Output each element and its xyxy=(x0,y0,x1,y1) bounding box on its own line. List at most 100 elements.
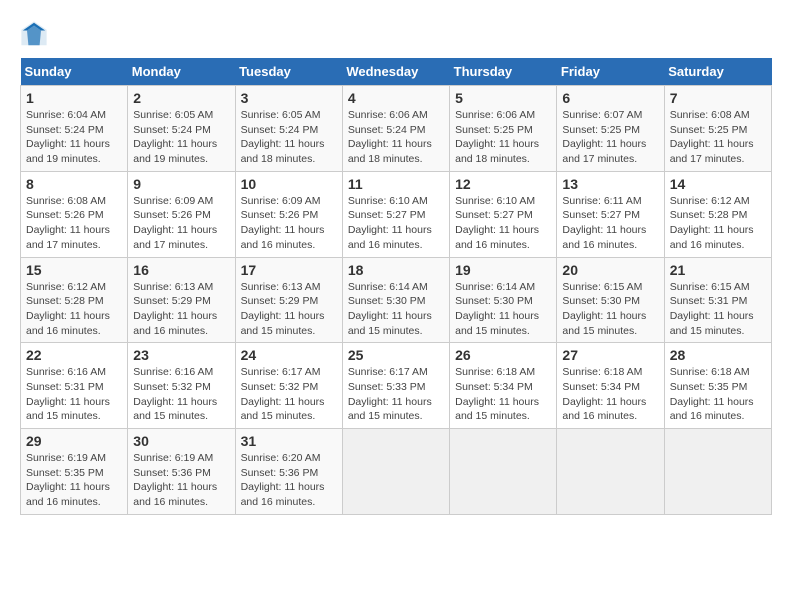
day-info: Sunrise: 6:06 AMSunset: 5:25 PMDaylight:… xyxy=(455,108,551,167)
calendar-cell: 27 Sunrise: 6:18 AMSunset: 5:34 PMDayligh… xyxy=(557,343,664,429)
calendar-cell: 13Sunrise: 6:11 AMSunset: 5:27 PMDayligh… xyxy=(557,171,664,257)
calendar-cell: 23Sunrise: 6:16 AMSunset: 5:32 PMDayligh… xyxy=(128,343,235,429)
calendar-cell: 22 Sunrise: 6:16 AMSunset: 5:31 PMDayligh… xyxy=(21,343,128,429)
calendar-week-3: 15 Sunrise: 6:12 AMSunset: 5:28 PMDayligh… xyxy=(21,257,772,343)
calendar-cell: 20 Sunrise: 6:15 AMSunset: 5:30 PMDayligh… xyxy=(557,257,664,343)
calendar-cell: 25 Sunrise: 6:17 AMSunset: 5:33 PMDayligh… xyxy=(342,343,449,429)
calendar-week-4: 22 Sunrise: 6:16 AMSunset: 5:31 PMDayligh… xyxy=(21,343,772,429)
calendar-cell: 28Sunrise: 6:18 AMSunset: 5:35 PMDayligh… xyxy=(664,343,771,429)
day-number: 12 xyxy=(455,176,551,192)
calendar-week-5: 29 Sunrise: 6:19 AMSunset: 5:35 PMDayligh… xyxy=(21,429,772,515)
day-info: Sunrise: 6:10 AMSunset: 5:27 PMDaylight:… xyxy=(455,194,551,253)
day-number: 18 xyxy=(348,262,444,278)
day-number: 8 xyxy=(26,176,122,192)
day-number: 9 xyxy=(133,176,229,192)
calendar-cell xyxy=(342,429,449,515)
day-info: Sunrise: 6:15 AMSunset: 5:30 PMDaylight:… xyxy=(562,280,658,339)
day-info: Sunrise: 6:14 AMSunset: 5:30 PMDaylight:… xyxy=(348,280,444,339)
day-number: 16 xyxy=(133,262,229,278)
day-info: Sunrise: 6:17 AMSunset: 5:32 PMDaylight:… xyxy=(241,365,337,424)
day-number: 2 xyxy=(133,90,229,106)
day-info: Sunrise: 6:19 AMSunset: 5:36 PMDaylight:… xyxy=(133,451,229,510)
day-info: Sunrise: 6:19 AMSunset: 5:35 PMDaylight:… xyxy=(26,451,122,510)
day-header-wednesday: Wednesday xyxy=(342,58,449,86)
calendar-cell: 2 Sunrise: 6:05 AMSunset: 5:24 PMDaylight… xyxy=(128,86,235,172)
day-info: Sunrise: 6:08 AMSunset: 5:26 PMDaylight:… xyxy=(26,194,122,253)
day-info: Sunrise: 6:15 AMSunset: 5:31 PMDaylight:… xyxy=(670,280,766,339)
day-number: 20 xyxy=(562,262,658,278)
calendar-cell: 29 Sunrise: 6:19 AMSunset: 5:35 PMDayligh… xyxy=(21,429,128,515)
day-header-saturday: Saturday xyxy=(664,58,771,86)
calendar-cell: 7 Sunrise: 6:08 AMSunset: 5:25 PMDaylight… xyxy=(664,86,771,172)
day-number: 26 xyxy=(455,347,551,363)
calendar-cell: 31 Sunrise: 6:20 AMSunset: 5:36 PMDayligh… xyxy=(235,429,342,515)
calendar-cell: 21Sunrise: 6:15 AMSunset: 5:31 PMDayligh… xyxy=(664,257,771,343)
day-number: 5 xyxy=(455,90,551,106)
day-info: Sunrise: 6:11 AMSunset: 5:27 PMDaylight:… xyxy=(562,194,658,253)
calendar-cell: 18 Sunrise: 6:14 AMSunset: 5:30 PMDayligh… xyxy=(342,257,449,343)
day-number: 27 xyxy=(562,347,658,363)
day-info: Sunrise: 6:13 AMSunset: 5:29 PMDaylight:… xyxy=(133,280,229,339)
calendar-cell: 30 Sunrise: 6:19 AMSunset: 5:36 PMDayligh… xyxy=(128,429,235,515)
calendar-week-1: 1 Sunrise: 6:04 AMSunset: 5:24 PMDaylight… xyxy=(21,86,772,172)
day-number: 28 xyxy=(670,347,766,363)
calendar-cell: 10 Sunrise: 6:09 AMSunset: 5:26 PMDayligh… xyxy=(235,171,342,257)
calendar-cell: 9 Sunrise: 6:09 AMSunset: 5:26 PMDaylight… xyxy=(128,171,235,257)
day-info: Sunrise: 6:05 AMSunset: 5:24 PMDaylight:… xyxy=(241,108,337,167)
day-info: Sunrise: 6:12 AMSunset: 5:28 PMDaylight:… xyxy=(670,194,766,253)
calendar-cell: 17Sunrise: 6:13 AMSunset: 5:29 PMDayligh… xyxy=(235,257,342,343)
calendar-cell: 4 Sunrise: 6:06 AMSunset: 5:24 PMDaylight… xyxy=(342,86,449,172)
day-info: Sunrise: 6:10 AMSunset: 5:27 PMDaylight:… xyxy=(348,194,444,253)
calendar-cell xyxy=(664,429,771,515)
logo-icon xyxy=(20,20,48,48)
day-number: 7 xyxy=(670,90,766,106)
day-number: 10 xyxy=(241,176,337,192)
day-header-friday: Friday xyxy=(557,58,664,86)
day-info: Sunrise: 6:18 AMSunset: 5:34 PMDaylight:… xyxy=(562,365,658,424)
day-header-sunday: Sunday xyxy=(21,58,128,86)
day-info: Sunrise: 6:09 AMSunset: 5:26 PMDaylight:… xyxy=(133,194,229,253)
day-info: Sunrise: 6:20 AMSunset: 5:36 PMDaylight:… xyxy=(241,451,337,510)
day-number: 24 xyxy=(241,347,337,363)
day-number: 6 xyxy=(562,90,658,106)
day-info: Sunrise: 6:07 AMSunset: 5:25 PMDaylight:… xyxy=(562,108,658,167)
day-header-row: SundayMondayTuesdayWednesdayThursdayFrid… xyxy=(21,58,772,86)
calendar-cell: 3 Sunrise: 6:05 AMSunset: 5:24 PMDaylight… xyxy=(235,86,342,172)
day-info: Sunrise: 6:08 AMSunset: 5:25 PMDaylight:… xyxy=(670,108,766,167)
day-number: 1 xyxy=(26,90,122,106)
day-number: 19 xyxy=(455,262,551,278)
calendar-cell: 26 Sunrise: 6:18 AMSunset: 5:34 PMDayligh… xyxy=(450,343,557,429)
day-number: 31 xyxy=(241,433,337,449)
day-header-monday: Monday xyxy=(128,58,235,86)
day-number: 11 xyxy=(348,176,444,192)
day-info: Sunrise: 6:06 AMSunset: 5:24 PMDaylight:… xyxy=(348,108,444,167)
day-number: 15 xyxy=(26,262,122,278)
day-info: Sunrise: 6:12 AMSunset: 5:28 PMDaylight:… xyxy=(26,280,122,339)
day-info: Sunrise: 6:14 AMSunset: 5:30 PMDaylight:… xyxy=(455,280,551,339)
calendar-cell: 24 Sunrise: 6:17 AMSunset: 5:32 PMDayligh… xyxy=(235,343,342,429)
day-info: Sunrise: 6:04 AMSunset: 5:24 PMDaylight:… xyxy=(26,108,122,167)
day-info: Sunrise: 6:05 AMSunset: 5:24 PMDaylight:… xyxy=(133,108,229,167)
day-info: Sunrise: 6:16 AMSunset: 5:31 PMDaylight:… xyxy=(26,365,122,424)
calendar-cell: 1 Sunrise: 6:04 AMSunset: 5:24 PMDaylight… xyxy=(21,86,128,172)
calendar-week-2: 8 Sunrise: 6:08 AMSunset: 5:26 PMDaylight… xyxy=(21,171,772,257)
day-number: 4 xyxy=(348,90,444,106)
calendar-cell: 6 Sunrise: 6:07 AMSunset: 5:25 PMDaylight… xyxy=(557,86,664,172)
day-info: Sunrise: 6:17 AMSunset: 5:33 PMDaylight:… xyxy=(348,365,444,424)
calendar-cell: 12 Sunrise: 6:10 AMSunset: 5:27 PMDayligh… xyxy=(450,171,557,257)
day-number: 25 xyxy=(348,347,444,363)
calendar-cell xyxy=(557,429,664,515)
day-number: 29 xyxy=(26,433,122,449)
day-number: 22 xyxy=(26,347,122,363)
page-header xyxy=(20,20,772,48)
calendar-cell: 8 Sunrise: 6:08 AMSunset: 5:26 PMDaylight… xyxy=(21,171,128,257)
calendar-cell: 11 Sunrise: 6:10 AMSunset: 5:27 PMDayligh… xyxy=(342,171,449,257)
day-info: Sunrise: 6:18 AMSunset: 5:34 PMDaylight:… xyxy=(455,365,551,424)
calendar-cell: 14Sunrise: 6:12 AMSunset: 5:28 PMDayligh… xyxy=(664,171,771,257)
day-number: 30 xyxy=(133,433,229,449)
logo xyxy=(20,20,52,48)
day-number: 3 xyxy=(241,90,337,106)
day-info: Sunrise: 6:09 AMSunset: 5:26 PMDaylight:… xyxy=(241,194,337,253)
day-header-thursday: Thursday xyxy=(450,58,557,86)
calendar-table: SundayMondayTuesdayWednesdayThursdayFrid… xyxy=(20,58,772,515)
